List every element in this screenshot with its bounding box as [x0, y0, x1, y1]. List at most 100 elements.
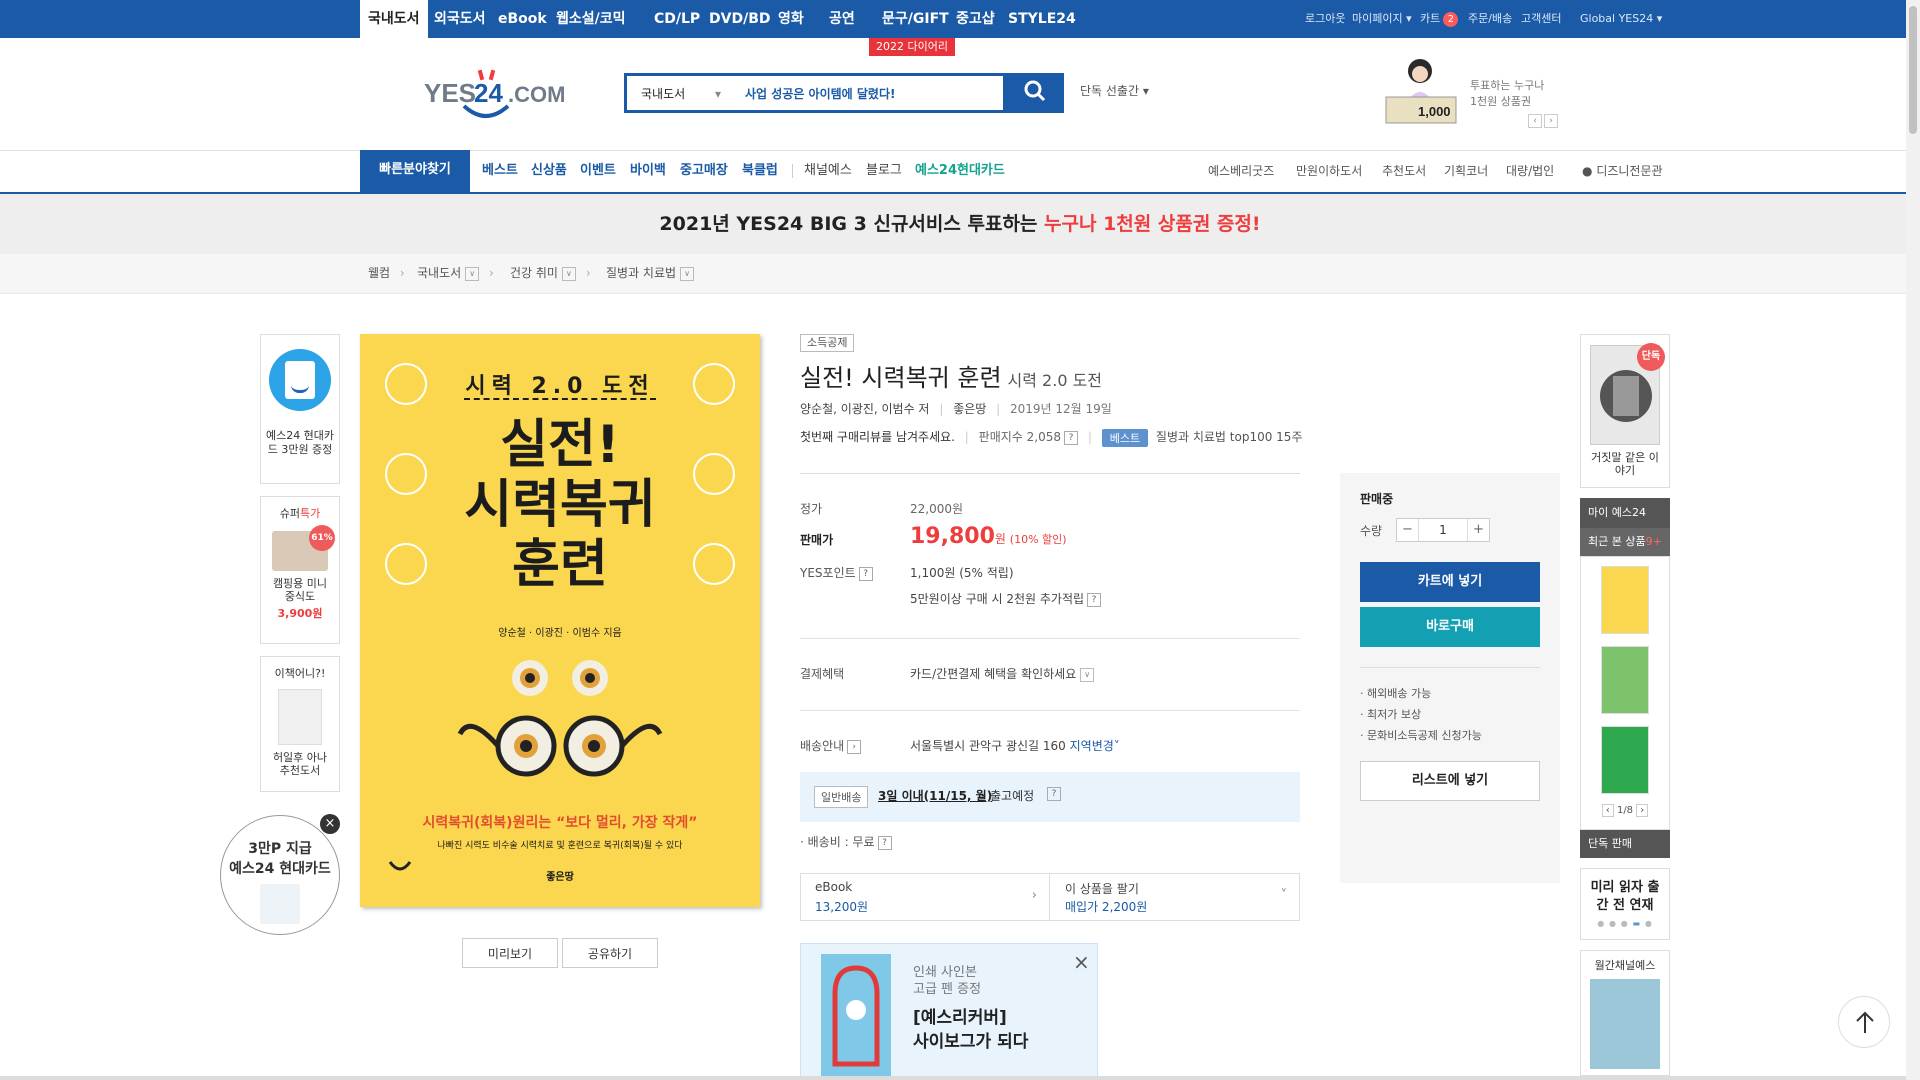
ebook-option[interactable]: eBook 13,200원 ›: [801, 874, 1050, 920]
gnb-used-shop[interactable]: 중고샵: [956, 0, 995, 38]
exclusive-preorder-link[interactable]: 단독 선출간 ▾: [1080, 82, 1149, 99]
nav-verygoods[interactable]: 예스베리굿즈: [1208, 150, 1274, 192]
vote-promo-image[interactable]: 1,000: [1382, 55, 1462, 125]
nav-channel-yes[interactable]: 채널예스: [804, 150, 852, 192]
help-icon[interactable]: ?: [1047, 787, 1061, 801]
breadcrumb-disease[interactable]: 질병과 치료법 ∨: [606, 264, 695, 281]
prev-page-button[interactable]: ‹: [1601, 804, 1614, 817]
breadcrumb-health[interactable]: 건강 취미 ∨ ›: [510, 264, 591, 281]
add-to-cart-button[interactable]: 카트에 넣기: [1360, 562, 1540, 602]
buy-now-button[interactable]: 바로구매: [1360, 607, 1540, 647]
search-input[interactable]: 사업 성공은 아이템에 달렸다!: [745, 85, 896, 102]
preview-serial-box[interactable]: 미리 읽자 출간 전 연재 ● ● ● ▬ ●: [1580, 868, 1670, 940]
nav-disney[interactable]: ● 디즈니전문관: [1582, 150, 1663, 192]
nav-planning-corner[interactable]: 기획코너: [1444, 150, 1488, 192]
gnb-movie[interactable]: 영화: [778, 0, 804, 38]
preview-button[interactable]: 미리보기: [462, 938, 558, 968]
region-change-link[interactable]: 지역변경: [1070, 739, 1114, 753]
nav-buyback[interactable]: 바이백: [630, 150, 666, 192]
orders-link[interactable]: 주문/배송: [1468, 0, 1512, 38]
scrollbar-thumb[interactable]: [1909, 6, 1917, 134]
recommend-book-box[interactable]: 이책어니?! 허일후 아나 추천도서: [260, 656, 340, 792]
nav-best[interactable]: 베스트: [482, 150, 518, 192]
logout-link[interactable]: 로그아웃: [1305, 0, 1345, 38]
gnb-dvd-bd[interactable]: DVD/BD: [709, 0, 770, 38]
quantity-input[interactable]: 1: [1419, 519, 1467, 541]
vertical-scrollbar[interactable]: [1906, 0, 1920, 1080]
gnb-stationery[interactable]: 문구/GIFT: [882, 0, 949, 38]
recent-item-1[interactable]: [1601, 566, 1649, 634]
gnb-ebook[interactable]: eBook: [498, 0, 547, 38]
chevron-down-icon[interactable]: ∨: [465, 266, 480, 281]
pay-benefit-link[interactable]: 카드/간편결제 혜택을 확인하세요 ∨: [910, 665, 1095, 682]
breadcrumb-home[interactable]: 웰컴 ›: [368, 264, 405, 281]
help-icon[interactable]: ?: [858, 566, 873, 581]
diary-2022-tag[interactable]: 2022 다이어리: [869, 38, 955, 56]
help-icon[interactable]: ?: [877, 835, 892, 850]
gnb-webnovel[interactable]: 웹소설/코믹: [556, 0, 626, 38]
support-link[interactable]: 고객센터: [1521, 0, 1561, 38]
yes24-logo[interactable]: YES 24 .COM: [424, 66, 565, 126]
gnb-style24[interactable]: STYLE24: [1008, 0, 1076, 38]
sell-option[interactable]: 이 상품을 팔기 매입가 2,200원 ˅: [1051, 874, 1299, 920]
signed-print-promo[interactable]: 인쇄 사인본 고급 펜 증정 [예스리커버] 사이보그가 되다 ×: [800, 943, 1098, 1080]
nav-hyundai-card[interactable]: 예스24현대카드: [915, 150, 1005, 192]
mypage-link[interactable]: 마이페이지 ▾: [1352, 0, 1412, 38]
search-category-select[interactable]: 국내도서 ▾: [641, 85, 721, 102]
gnb-cd-lp[interactable]: CD/LP: [654, 0, 700, 38]
vote-event-banner[interactable]: 2021년 YES24 BIG 3 신규서비스 투표하는 누구나 1천원 상품권…: [0, 194, 1920, 254]
hyundai-card-ad[interactable]: 예스24 현대카드 3만원 증정: [260, 334, 340, 484]
help-icon[interactable]: ?: [1064, 430, 1079, 445]
publisher-link[interactable]: 좋은땅: [953, 402, 986, 416]
channel-yes-box[interactable]: 월간채널예스: [1580, 950, 1670, 1076]
add-to-list-button[interactable]: 리스트에 넣기: [1360, 761, 1540, 801]
scroll-to-top-button[interactable]: [1838, 996, 1890, 1048]
quick-category-button[interactable]: 빠른분야찾기: [360, 150, 470, 194]
close-icon[interactable]: ×: [320, 814, 340, 834]
vote-promo-text[interactable]: 투표하는 누구나 1천원 상품권: [1470, 78, 1544, 110]
carousel-dots[interactable]: ● ● ● ▬ ●: [1581, 919, 1669, 928]
exclusive-sale-tab[interactable]: 단독 판매: [1580, 830, 1670, 858]
search-box[interactable]: 국내도서 ▾ 사업 성공은 아이템에 달렸다!: [624, 73, 1006, 113]
chevron-down-icon[interactable]: ∨: [680, 266, 695, 281]
chevron-right-icon[interactable]: ›: [847, 739, 862, 754]
exclusive-book-box[interactable]: 단독 거짓말 같은 이야기: [1580, 334, 1670, 488]
best-rank[interactable]: 질병과 치료법 top100 15주: [1156, 430, 1303, 444]
next-page-button[interactable]: ›: [1636, 804, 1649, 817]
recent-item-2[interactable]: [1601, 646, 1649, 714]
plus-button[interactable]: +: [1467, 519, 1489, 541]
book-cover[interactable]: 시력 2.0 도전 실전! 시력복귀 훈련 양순철 · 이광진 · 이범수 지음…: [360, 334, 760, 907]
print-promo-title: [예스리커버] 사이보그가 되다: [913, 1006, 1028, 1054]
nav-blog[interactable]: 블로그: [866, 150, 902, 192]
nav-under-10000[interactable]: 만원이하도서: [1296, 150, 1362, 192]
recent-item-3[interactable]: [1601, 726, 1649, 794]
my-yes24-header[interactable]: 마이 예스24: [1580, 498, 1670, 528]
hyundai-card-circle-ad[interactable]: 3만P 지급 예스24 현대카드: [220, 815, 340, 935]
promo-prev-button[interactable]: ‹: [1528, 114, 1542, 128]
nav-recommended[interactable]: 추천도서: [1382, 150, 1426, 192]
chevron-down-icon[interactable]: ∨: [561, 266, 576, 281]
search-button[interactable]: [1006, 73, 1064, 113]
share-button[interactable]: 공유하기: [562, 938, 658, 968]
breadcrumb-domestic[interactable]: 국내도서 ∨ ›: [417, 264, 494, 281]
promo-next-button[interactable]: ›: [1544, 114, 1558, 128]
nav-event[interactable]: 이벤트: [580, 150, 616, 192]
quantity-stepper[interactable]: − 1 +: [1396, 518, 1490, 542]
review-prompt-link[interactable]: 첫번째 구매리뷰를 남겨주세요.: [800, 430, 955, 444]
nav-bulk-corporate[interactable]: 대량/법인: [1506, 150, 1554, 192]
nav-used-store[interactable]: 중고매장: [680, 150, 728, 192]
gnb-domestic-books[interactable]: 국내도서: [360, 0, 428, 38]
nav-new[interactable]: 신상품: [531, 150, 567, 192]
close-icon[interactable]: ×: [1073, 950, 1090, 974]
nav-bookclub[interactable]: 북클럽: [742, 150, 778, 192]
author-links[interactable]: 양순철, 이광진, 이범수 저: [800, 402, 929, 416]
global-yes24-link[interactable]: Global YES24 ▾: [1580, 0, 1662, 38]
gnb-foreign-books[interactable]: 외국도서: [434, 0, 486, 38]
gnb-performance[interactable]: 공연: [829, 0, 855, 38]
horizontal-scrollbar[interactable]: [0, 1076, 1906, 1080]
point-value: 1,100원 (5% 적립): [910, 566, 1014, 580]
minus-button[interactable]: −: [1397, 519, 1419, 541]
super-deal-box[interactable]: 슈퍼특가 61% 캠핑용 미니 중식도 3,900원: [260, 496, 340, 644]
cart-link[interactable]: 카트 2: [1420, 0, 1459, 38]
help-icon[interactable]: ?: [1087, 592, 1102, 607]
